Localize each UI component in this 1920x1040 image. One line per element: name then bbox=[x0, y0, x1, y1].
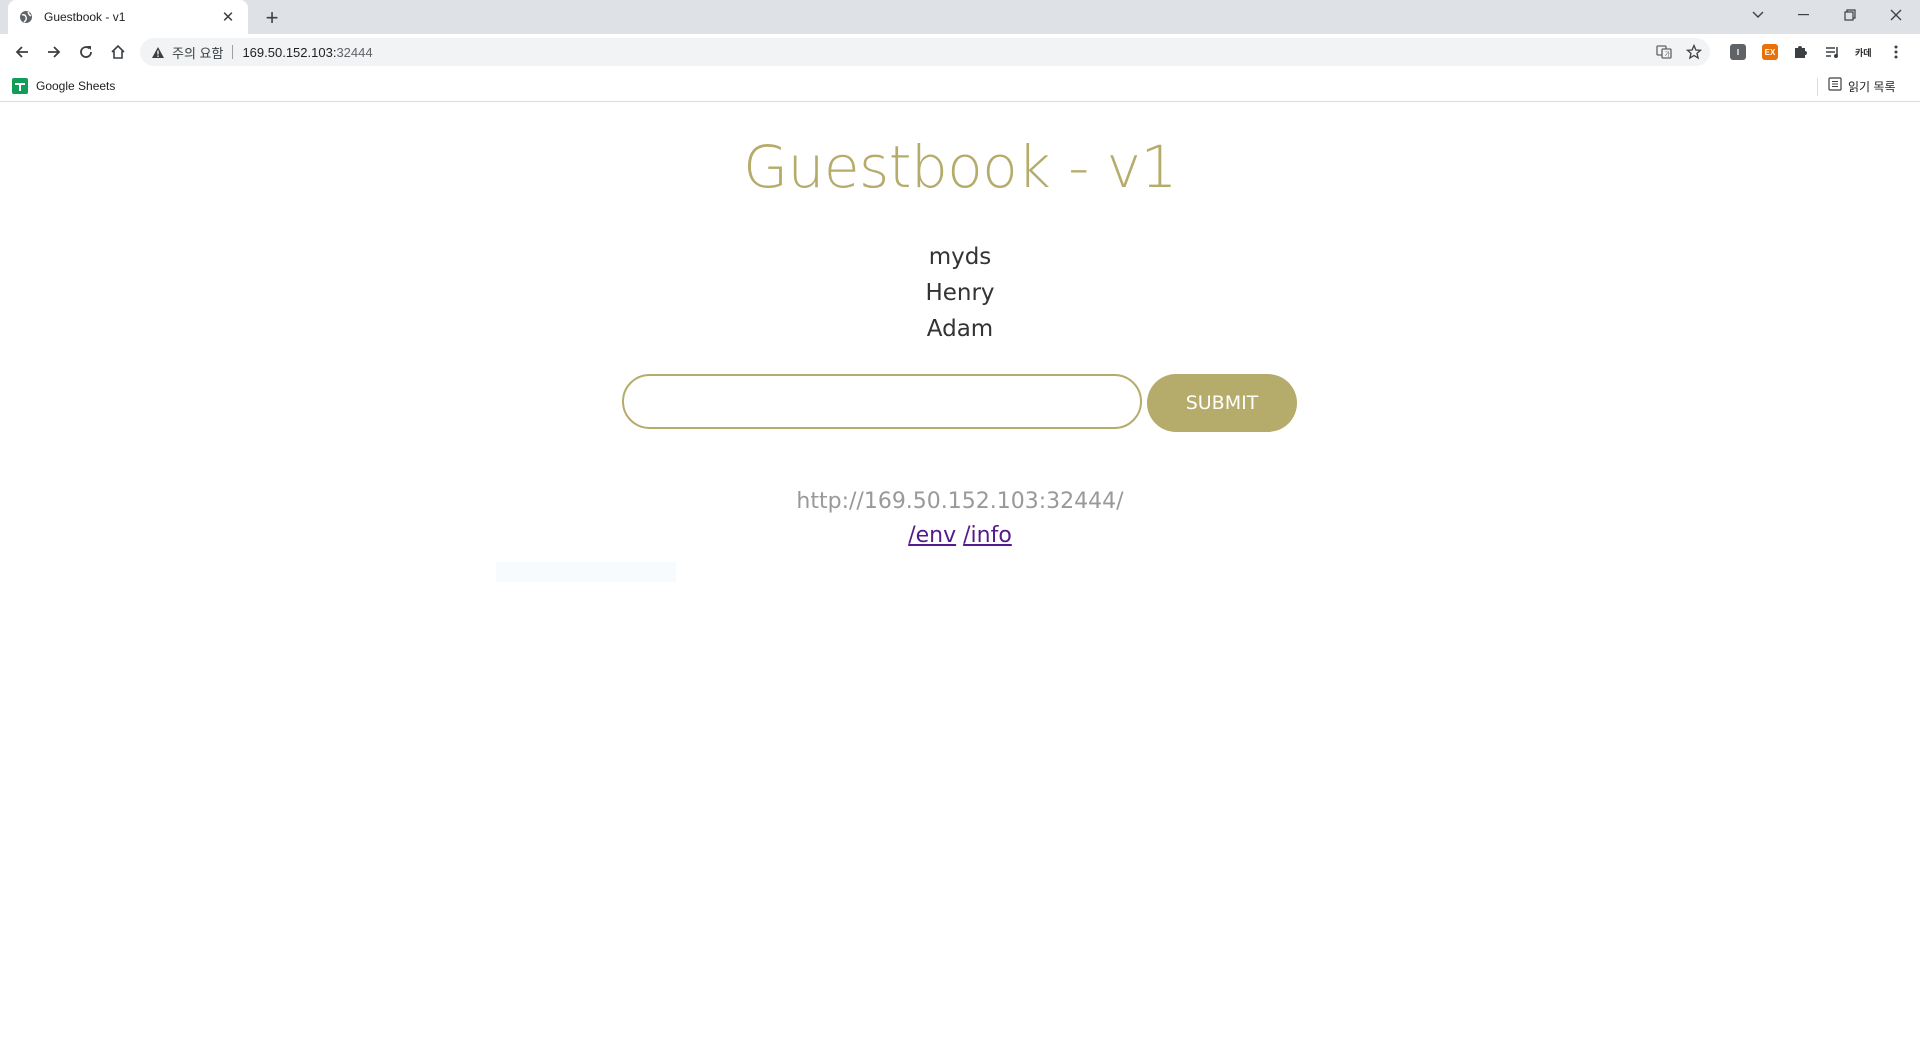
tab-title: Guestbook - v1 bbox=[44, 10, 126, 24]
faint-overlay bbox=[496, 562, 676, 582]
extension-info-icon[interactable]: I bbox=[1728, 42, 1748, 62]
bookmarks-bar: Google Sheets 읽기 목록 bbox=[0, 70, 1920, 102]
page-content: Guestbook - v1 myds Henry Adam SUBMIT ht… bbox=[0, 103, 1920, 1040]
reload-icon[interactable] bbox=[72, 38, 100, 66]
url-port-text: 32444 bbox=[336, 44, 373, 60]
security-status-label[interactable]: 주의 요함 bbox=[172, 43, 223, 62]
submit-button[interactable]: SUBMIT bbox=[1147, 374, 1297, 432]
minimize-icon[interactable] bbox=[1788, 0, 1820, 30]
debug-links: /env /info bbox=[0, 523, 1920, 548]
url-host-text: 169.50.152.103: bbox=[242, 44, 337, 60]
bookmarks-divider bbox=[1817, 78, 1818, 96]
host-address: http://169.50.152.103:32444/ bbox=[796, 489, 1124, 514]
extensions-puzzle-icon[interactable] bbox=[1790, 42, 1810, 62]
browser-tab[interactable]: Guestbook - v1 ✕ bbox=[8, 0, 248, 34]
close-window-icon[interactable] bbox=[1880, 0, 1912, 30]
globe-icon bbox=[18, 9, 34, 25]
env-link[interactable]: /env bbox=[908, 523, 956, 548]
guest-entry: Adam bbox=[926, 316, 994, 342]
guest-name-input[interactable] bbox=[622, 374, 1142, 429]
back-arrow-icon[interactable] bbox=[8, 38, 36, 66]
tab-search-icon[interactable] bbox=[1742, 0, 1774, 30]
home-icon[interactable] bbox=[104, 38, 132, 66]
restore-icon[interactable] bbox=[1834, 0, 1866, 30]
bookmark-google-sheets[interactable]: Google Sheets bbox=[12, 76, 115, 96]
reading-list-label: 읽기 목록 bbox=[1848, 79, 1896, 94]
extension-ex-icon[interactable]: EX bbox=[1760, 42, 1780, 62]
media-control-icon[interactable] bbox=[1822, 42, 1842, 62]
forward-arrow-icon[interactable] bbox=[40, 38, 68, 66]
svg-text:가: 가 bbox=[1665, 51, 1671, 59]
reading-list-icon bbox=[1828, 76, 1842, 96]
new-tab-icon[interactable]: + bbox=[258, 4, 286, 32]
guest-entries-list: myds Henry Adam bbox=[0, 239, 1920, 347]
guestbook-form: SUBMIT bbox=[622, 374, 1298, 434]
tab-strip: Guestbook - v1 ✕ + bbox=[0, 0, 1920, 34]
warning-icon[interactable] bbox=[150, 44, 166, 60]
svg-text:카데: 카데 bbox=[1855, 47, 1872, 58]
page-title: Guestbook - v1 bbox=[743, 133, 1177, 201]
profile-avatar-icon[interactable]: 카데 bbox=[1854, 42, 1878, 62]
bookmark-star-icon[interactable] bbox=[1684, 42, 1704, 62]
close-tab-icon[interactable]: ✕ bbox=[218, 7, 238, 27]
guest-entry: Henry bbox=[925, 280, 995, 306]
bookmark-label: Google Sheets bbox=[36, 79, 116, 93]
omnibox-divider bbox=[232, 45, 234, 59]
address-bar[interactable]: 주의 요함 169.50.152.103: 32444 가 bbox=[140, 38, 1710, 66]
browser-toolbar: 주의 요함 169.50.152.103: 32444 가 I EX 카데 bbox=[0, 34, 1920, 70]
more-menu-icon[interactable] bbox=[1886, 42, 1906, 62]
guest-entry: myds bbox=[928, 244, 992, 270]
translate-icon[interactable]: 가 bbox=[1654, 42, 1674, 62]
info-link[interactable]: /info bbox=[963, 523, 1012, 548]
reading-list-button[interactable]: 읽기 목록 bbox=[1828, 76, 1896, 96]
google-sheets-icon bbox=[12, 78, 28, 94]
